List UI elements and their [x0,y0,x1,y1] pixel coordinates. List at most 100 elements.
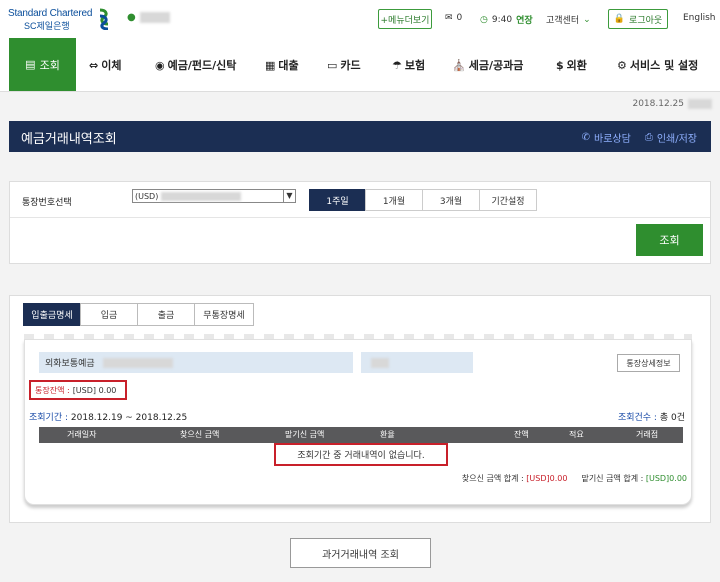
balance-value: [USD] 0.00 [72,385,117,395]
brand-name: Standard Chartered [8,8,93,19]
nav-label: 카드 [340,59,361,72]
print-link[interactable]: ⎙ 인쇄/저장 [645,130,697,145]
account-detail-button[interactable]: 통장상세정보 [617,354,680,372]
deposit-total-label: 맡기신 금액 합계 : [581,474,644,483]
search-button[interactable]: 조회 [636,224,703,256]
nav-label: 세금/공과금 [468,59,524,72]
tab-3-months[interactable]: 3개월 [422,189,480,211]
print-icon: ⎙ [644,132,653,143]
user-icon: ● [127,12,136,23]
nav-item-inquiry[interactable]: ▤ 조회 [9,38,76,91]
nav-label: 예금/펀드/신탁 [167,59,237,72]
dollar-icon: $ [556,58,564,72]
tab-custom-period[interactable]: 기간설정 [479,189,537,211]
period-label: 조회기간 : [29,413,69,423]
sc-logo-icon [99,8,109,30]
tab-passbookless[interactable]: 무통장명세 [194,303,254,326]
count-label: 조회건수 : [617,413,657,423]
nav-item-insurance[interactable]: ☂ 보험 [392,57,425,73]
past-transactions-button[interactable]: 과거거래내역 조회 [290,538,431,568]
account-select-value: (USD) [135,191,159,201]
coin-icon: ◉ [155,58,165,72]
page-title: 예금거래내역조회 [21,132,117,147]
nav-item-loan[interactable]: ▦ 대출 [265,57,299,73]
tab-in-out[interactable]: 입출금명세 [23,303,81,326]
nav-label: 외환 [566,59,587,72]
main-nav: ▤ 조회 ⇔ 이체 ◉ 예금/펀드/신탁 ▦ 대출 ▭ 카드 ☂ 보험 ⛪ 세금… [0,38,720,92]
print-label: 인쇄/저장 [656,134,697,145]
top-bar: Standard Chartered SC제일은행 ● +메뉴더보기 ✉ 0 ◷… [0,0,720,38]
user-name-redacted [139,12,170,23]
user-info: ● [127,12,170,23]
account-select[interactable]: (USD) ▼ [132,189,296,203]
withdraw-total-value: [USD]0.00 [526,474,568,483]
column-header: 적요 [569,430,584,439]
transfer-icon: ⇔ [89,58,99,72]
account-number-redacted [161,191,242,201]
menu-more-button[interactable]: +메뉴더보기 [378,9,432,29]
mail-indicator[interactable]: ✉ 0 [445,13,462,23]
column-header: 잔액 [514,430,529,439]
withdraw-total-label: 찾으신 금액 합계 : [461,474,524,483]
balance-box: 통장잔액 : [USD] 0.00 [29,380,127,400]
nav-label: 대출 [278,59,299,72]
deposit-total: 맡기신 금액 합계 : [USD]0.00 [581,473,687,484]
date-value: 2018.12.25 [632,99,684,109]
logout-button[interactable]: 🔒 로그아웃 [608,9,668,29]
withdraw-total: 찾으신 금액 합계 : [USD]0.00 [462,473,568,484]
table-header: 거래일자 찾으신 금액 맡기신 금액 환율 잔액 적요 거래점 [39,427,683,443]
tab-deposit[interactable]: 입금 [80,303,138,326]
page-title-bar: 예금거래내역조회 ✆ 바로상담 ⎙ 인쇄/저장 [9,121,711,152]
nav-label: 조회 [39,58,60,72]
account-number-redacted [102,357,173,368]
column-header: 거래일자 [67,430,97,439]
tab-withdrawal[interactable]: 출금 [137,303,195,326]
nav-item-transfer[interactable]: ⇔ 이체 [89,57,121,73]
empty-message: 조회기간 중 거래내역이 없습니다. [274,443,448,466]
clock-icon: ◷ [480,14,488,25]
totals-row: 찾으신 금액 합계 : [USD]0.00 맡기신 금액 합계 : [USD]0… [462,473,687,484]
brand-subname: SC제일은행 [24,21,70,31]
current-date: 2018.12.25 [632,99,712,109]
nav-item-forex[interactable]: $ 외환 [556,57,587,73]
session-timer: ◷ 9:40 연장 [480,13,533,27]
nav-label: 보험 [404,59,426,72]
period-value: 2018.12.19 ~ 2018.12.25 [70,413,188,423]
title-links: ✆ 바로상담 ⎙ 인쇄/저장 [582,130,697,145]
logout-label: 로그아웃 [629,15,663,26]
tab-1-week[interactable]: 1주일 [309,189,366,211]
transaction-result: 외화보통예금 통장상세정보 통장잔액 : [USD] 0.00 조회기간 : 2… [24,339,692,505]
language-link[interactable]: English [683,13,716,23]
deposit-total-value: [USD]0.00 [645,474,687,483]
bank-logo[interactable]: Standard Chartered SC제일은행 [8,8,112,31]
nav-item-tax[interactable]: ⛪ 세금/공과금 [452,57,523,73]
timer-value: 9:40 [491,14,513,25]
consult-link[interactable]: ✆ 바로상담 [582,130,631,145]
balance-label: 통장잔액 : [35,385,70,395]
customer-center-label: 고객센터 [546,16,580,26]
building-icon: ⛪ [452,58,466,72]
account-type: 외화보통예금 [45,359,95,369]
column-header: 환율 [380,430,395,439]
inquiry-count: 조회건수 : 총 0건 [618,410,685,423]
time-redacted [688,99,712,109]
mail-count: 0 [456,13,463,23]
nav-item-card[interactable]: ▭ 카드 [327,57,361,73]
account-info-bar: 외화보통예금 [39,352,353,373]
count-value: 총 0건 [659,413,685,423]
column-header: 찾으신 금액 [180,430,220,439]
nav-label: 서비스 및 설정 [629,59,699,72]
nav-label: 이체 [101,59,122,72]
customer-center-menu[interactable]: 고객센터 ⌄ [546,13,591,27]
inquiry-period: 조회기간 : 2018.12.19 ~ 2018.12.25 [29,410,187,423]
extend-link[interactable]: 연장 [516,13,533,26]
tab-1-month[interactable]: 1개월 [365,189,423,211]
column-header: 맡기신 금액 [285,430,325,439]
account-label: 통장번호선택 [22,198,72,208]
umbrella-icon: ☂ [392,58,402,72]
nav-item-deposit-fund[interactable]: ◉ 예금/펀드/신탁 [155,57,236,73]
mail-icon: ✉ [445,13,453,23]
lock-icon: 🔒 [613,14,626,24]
nav-item-service-settings[interactable]: ⚙ 서비스 및 설정 [617,57,698,73]
holder-redacted [371,357,389,368]
